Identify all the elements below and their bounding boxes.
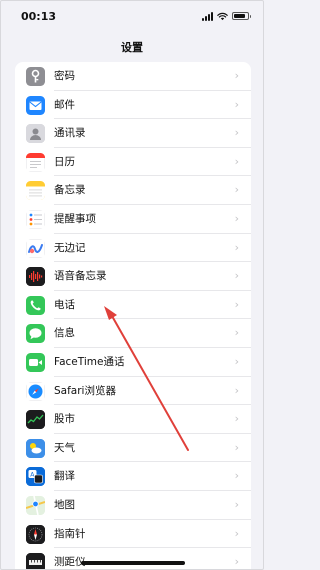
reminders-icon	[26, 209, 45, 229]
settings-row-label: 信息	[54, 327, 75, 340]
compass-icon	[26, 524, 45, 544]
settings-row[interactable]: 股市 ›	[15, 405, 251, 434]
chevron-right-icon: ›	[234, 412, 239, 426]
settings-row[interactable]: 提醒事项 ›	[15, 205, 251, 234]
chevron-right-icon: ›	[234, 97, 239, 111]
chevron-right-icon: ›	[234, 154, 239, 168]
status-time: 00:13	[21, 10, 57, 23]
settings-row-label: 提醒事项	[54, 212, 96, 225]
chevron-right-icon: ›	[234, 183, 239, 197]
chevron-right-icon: ›	[234, 126, 239, 140]
settings-row-label: 语音备忘录	[54, 270, 107, 283]
chevron-right-icon: ›	[234, 354, 239, 368]
weather-icon	[26, 438, 45, 458]
chevron-right-icon: ›	[234, 383, 239, 397]
chevron-right-icon: ›	[234, 555, 239, 569]
chevron-right-icon: ›	[234, 469, 239, 483]
cellular-signal-icon	[202, 11, 213, 21]
settings-row-label: 无边记	[54, 241, 86, 254]
chevron-right-icon: ›	[234, 211, 239, 225]
settings-row-label: 地图	[54, 498, 75, 511]
settings-row[interactable]: 天气 ›	[15, 434, 251, 463]
settings-row-label: FaceTime通话	[54, 355, 125, 368]
key-icon	[26, 67, 45, 86]
chevron-right-icon: ›	[234, 269, 239, 283]
settings-row-label: 通讯录	[54, 127, 86, 140]
page-title: 设置	[121, 41, 143, 54]
chevron-right-icon: ›	[234, 297, 239, 311]
phone-icon	[26, 295, 45, 315]
settings-row-label: 日历	[54, 155, 75, 168]
chevron-right-icon: ›	[234, 69, 239, 82]
settings-row[interactable]: 地图 ›	[15, 491, 251, 520]
settings-row[interactable]: 备忘录 ›	[15, 176, 251, 205]
settings-list: 密码 › 邮件 › 通讯录 › 日历 › 备忘录 › 提醒事项 › 无边记 › 语音备忘录 › 电话 › 信息 › Fa…	[15, 62, 251, 569]
settings-row-label: Safari浏览器	[54, 384, 116, 397]
calendar-icon	[26, 152, 45, 172]
translate-icon: A	[26, 467, 45, 487]
safari-icon	[26, 381, 45, 401]
settings-row[interactable]: 指南针 ›	[15, 520, 251, 549]
settings-row[interactable]: 信息 ›	[15, 319, 251, 348]
maps-icon	[26, 495, 45, 515]
settings-row-label: 密码	[54, 70, 75, 82]
stocks-icon	[26, 410, 45, 430]
settings-row[interactable]: 通讯录 ›	[15, 119, 251, 148]
contacts-icon	[26, 124, 45, 144]
chevron-right-icon: ›	[234, 240, 239, 254]
settings-row-label: 电话	[54, 298, 75, 311]
settings-row-label: 备忘录	[54, 184, 86, 197]
chevron-right-icon: ›	[234, 440, 239, 454]
settings-row[interactable]: 日历 ›	[15, 148, 251, 177]
home-indicator[interactable]	[81, 561, 185, 565]
mail-icon	[26, 95, 45, 115]
settings-row-label: 翻译	[54, 470, 75, 483]
settings-row[interactable]: 语音备忘录 ›	[15, 262, 251, 291]
chevron-right-icon: ›	[234, 326, 239, 340]
chevron-right-icon: ›	[234, 526, 239, 540]
settings-row[interactable]: Safari浏览器 ›	[15, 377, 251, 406]
notes-icon	[26, 181, 45, 201]
status-icons	[202, 10, 251, 22]
facetime-icon	[26, 352, 45, 372]
measure-icon	[26, 553, 45, 569]
settings-row[interactable]: 邮件 ›	[15, 91, 251, 120]
phone-screen: 00:13 设置 密码 › 邮件 › 通讯录 › 日历 › 备忘录 › 提醒事项 › 无边记 › 语音备忘录…	[0, 0, 264, 570]
settings-row-label: 测距仪	[54, 556, 86, 569]
freeform-icon	[26, 238, 45, 258]
settings-row-label: 邮件	[54, 98, 75, 111]
settings-row[interactable]: FaceTime通话 ›	[15, 348, 251, 377]
settings-row-label: 天气	[54, 441, 75, 454]
chevron-right-icon: ›	[234, 497, 239, 511]
wifi-icon	[217, 12, 228, 20]
settings-row-label: 股市	[54, 413, 75, 426]
settings-row[interactable]: A 翻译 ›	[15, 462, 251, 491]
messages-icon	[26, 324, 45, 344]
settings-row[interactable]: 密码 ›	[15, 62, 251, 91]
voice-memos-icon	[26, 267, 45, 287]
settings-row[interactable]: 测距仪 ›	[15, 548, 251, 569]
battery-icon	[232, 12, 251, 20]
settings-row[interactable]: 电话 ›	[15, 291, 251, 320]
settings-row-label: 指南针	[54, 527, 86, 540]
settings-row[interactable]: 无边记 ›	[15, 234, 251, 263]
status-bar: 00:13	[1, 1, 263, 31]
